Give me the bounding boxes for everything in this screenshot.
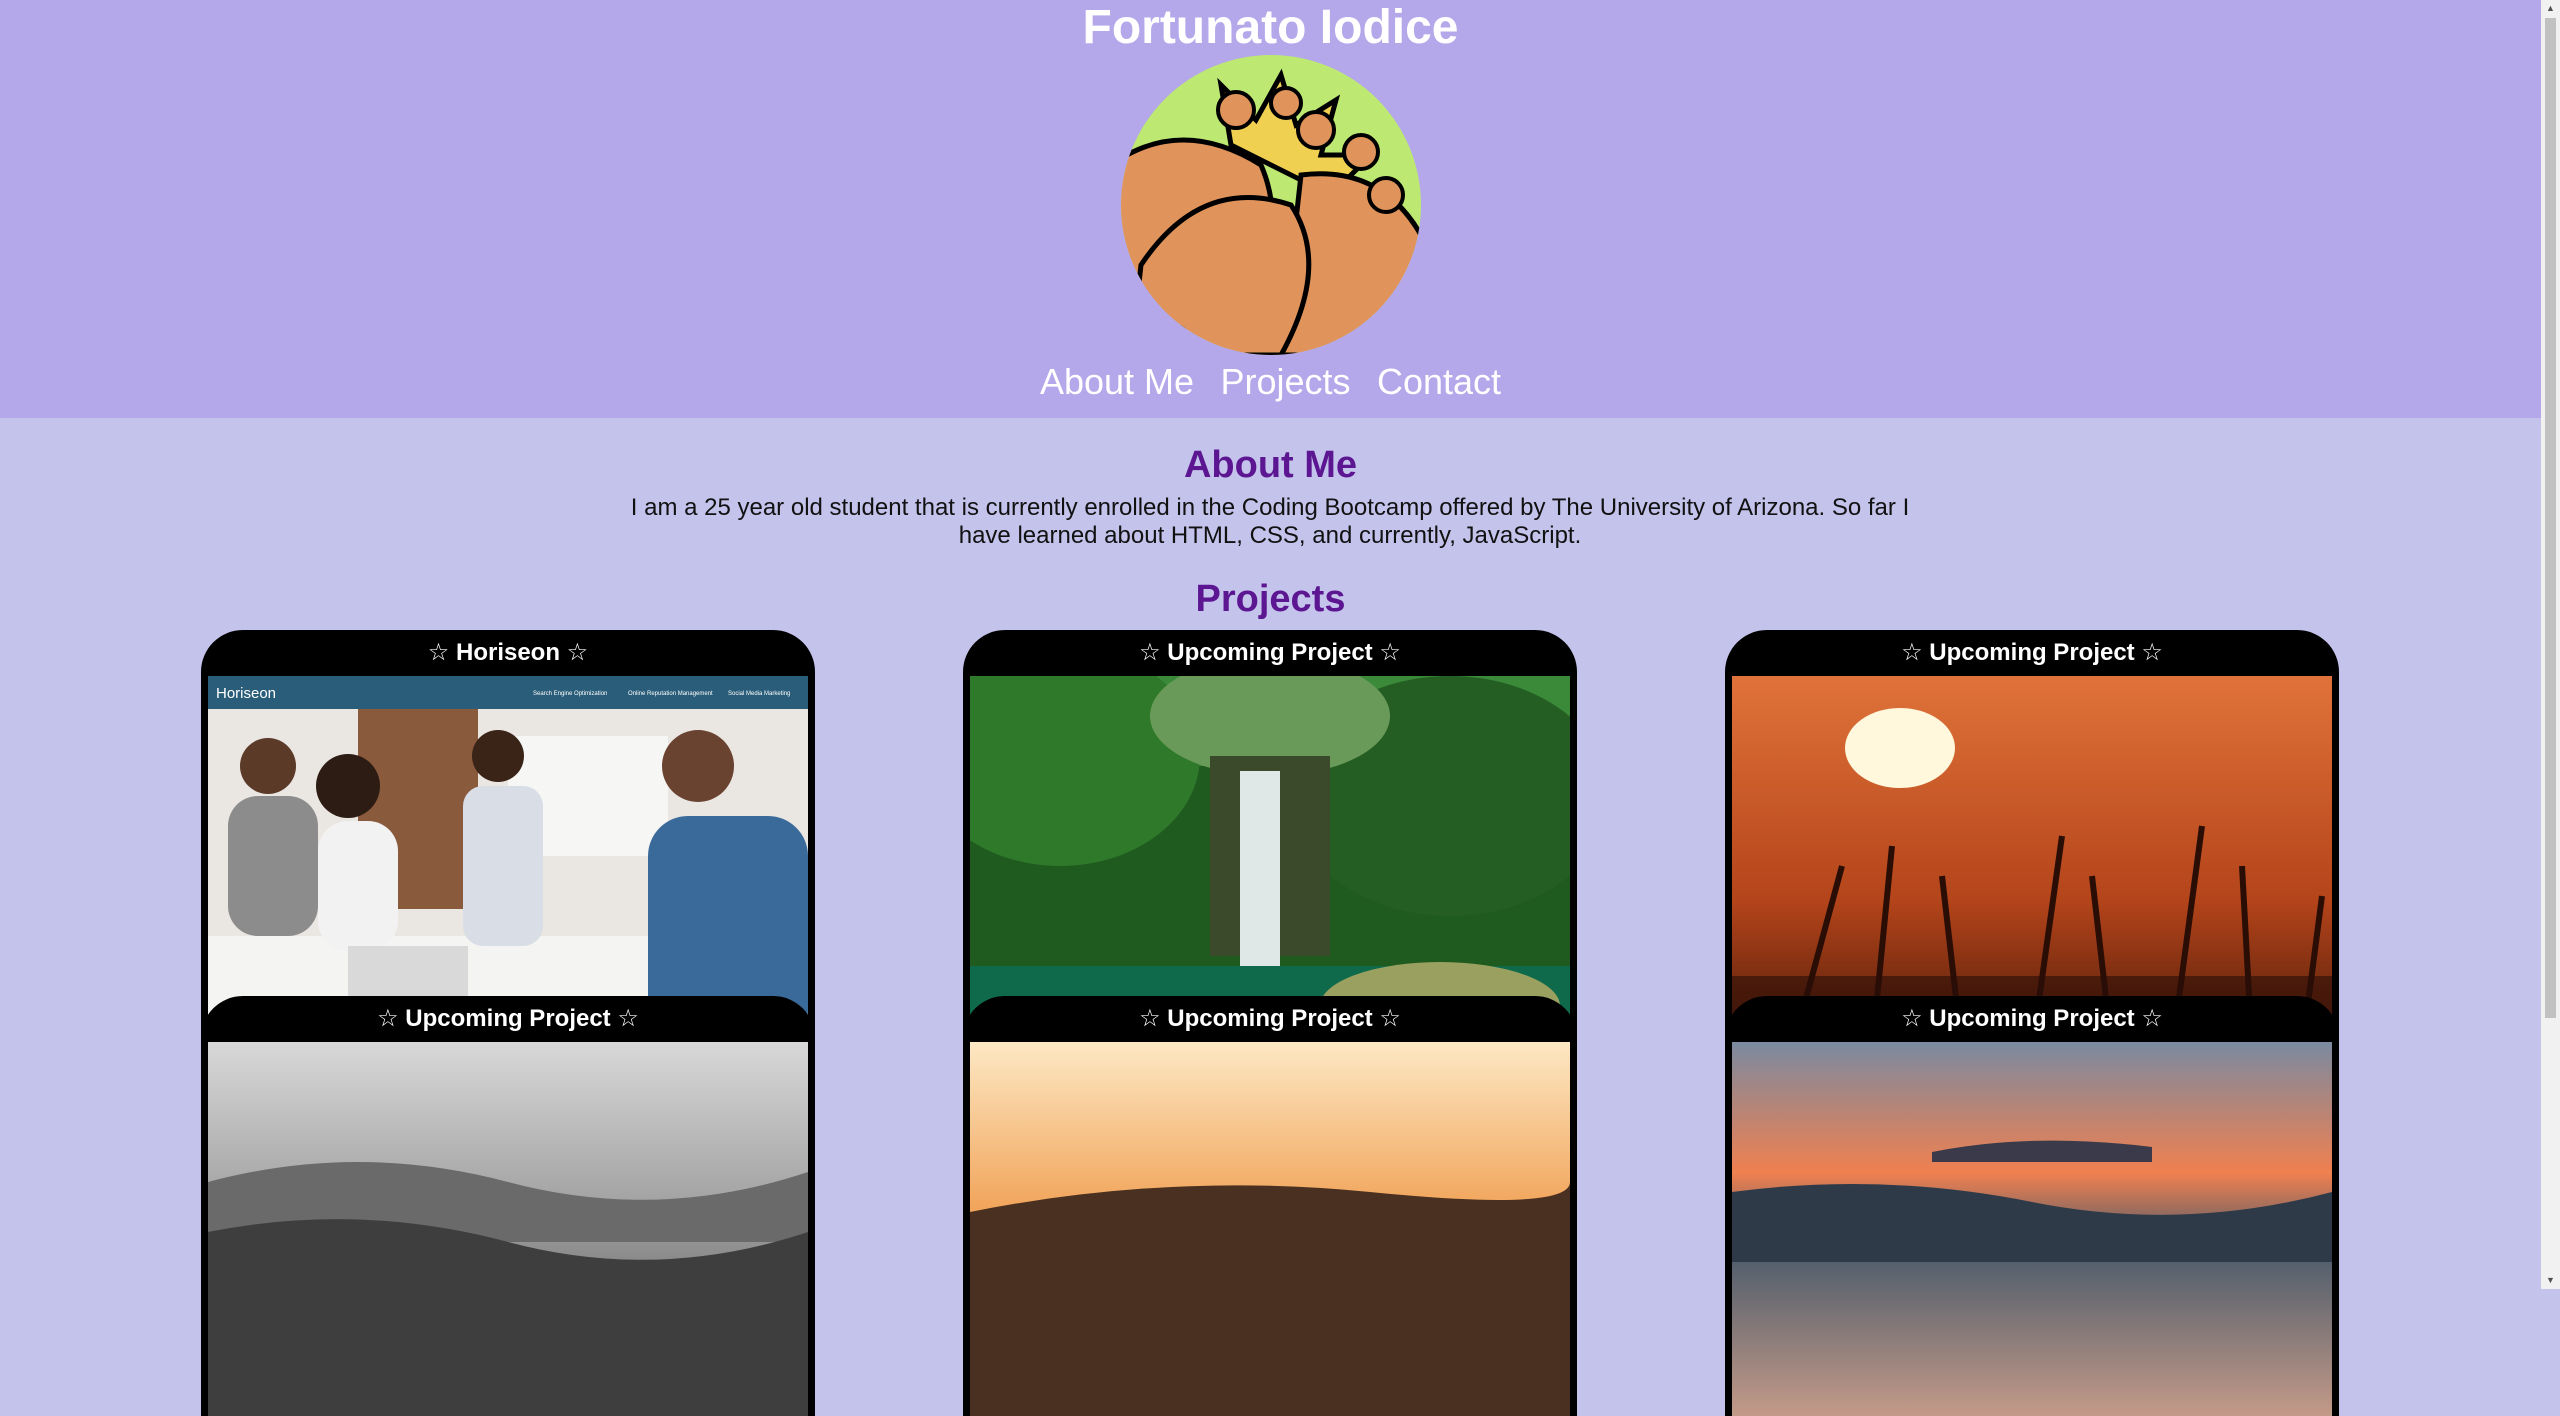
avatar-logo xyxy=(1121,55,1421,355)
nav-contact[interactable]: Contact xyxy=(1377,358,1501,406)
project-card-3[interactable]: ☆ Upcoming Project ☆ xyxy=(1725,630,2339,1050)
horiseon-brand: Horiseon xyxy=(216,685,276,702)
project-card-5[interactable]: ☆ Upcoming Project ☆ xyxy=(963,996,1577,1416)
main-nav: About Me Projects Contact xyxy=(0,358,2541,406)
scroll-up-arrow-icon[interactable]: ▲ xyxy=(2541,0,2560,17)
site-title: Fortunato Iodice xyxy=(1082,1,1459,54)
project-card-title: ☆ Upcoming Project ☆ xyxy=(1901,639,2163,666)
nav-about-me[interactable]: About Me xyxy=(1040,358,1194,406)
project-card-title: ☆ Upcoming Project ☆ xyxy=(1901,1005,2163,1032)
sunset-wheat-photo[interactable] xyxy=(1732,676,2332,1050)
horiseon-link-2: Online Reputation Management xyxy=(628,691,713,697)
project-card-title: ☆ Upcoming Project ☆ xyxy=(377,1005,639,1032)
projects-heading: Projects xyxy=(1195,578,1346,620)
nav-projects[interactable]: Projects xyxy=(1220,358,1350,406)
project-card-title: ☆ Upcoming Project ☆ xyxy=(1139,1005,1401,1032)
page-scrollbar[interactable]: ▲ ▼ xyxy=(2541,0,2560,1289)
project-card-horiseon[interactable]: ☆ Horiseon ☆ Horiseon Search Engine Opti… xyxy=(201,630,815,1050)
stormy-sea-photo[interactable] xyxy=(208,1042,808,1416)
horiseon-link-1: Search Engine Optimization xyxy=(533,691,607,697)
about-text: I am a 25 year old student that is curre… xyxy=(630,494,1910,549)
project-card-title: ☆ Horiseon ☆ xyxy=(427,639,589,666)
site-header: Fortunato Iodice About Me Projects Conta… xyxy=(0,0,2541,418)
horiseon-screenshot[interactable]: Horiseon Search Engine Optimization Onli… xyxy=(208,676,808,1050)
project-card-6[interactable]: ☆ Upcoming Project ☆ xyxy=(1725,996,2339,1416)
project-card-2[interactable]: ☆ Upcoming Project ☆ xyxy=(963,630,1577,1050)
project-card-title: ☆ Upcoming Project ☆ xyxy=(1139,639,1401,666)
ocean-sunset-photo[interactable] xyxy=(1732,1042,2332,1416)
scroll-down-arrow-icon[interactable]: ▼ xyxy=(2541,1272,2560,1289)
sunset-clouds-photo[interactable] xyxy=(970,1042,1570,1416)
project-card-4[interactable]: ☆ Upcoming Project ☆ xyxy=(201,996,815,1416)
about-heading: About Me xyxy=(1183,444,1358,486)
horiseon-link-3: Social Media Marketing xyxy=(728,691,790,697)
waterfall-photo[interactable] xyxy=(970,676,1570,1050)
scrollbar-thumb[interactable] xyxy=(2545,18,2556,1018)
